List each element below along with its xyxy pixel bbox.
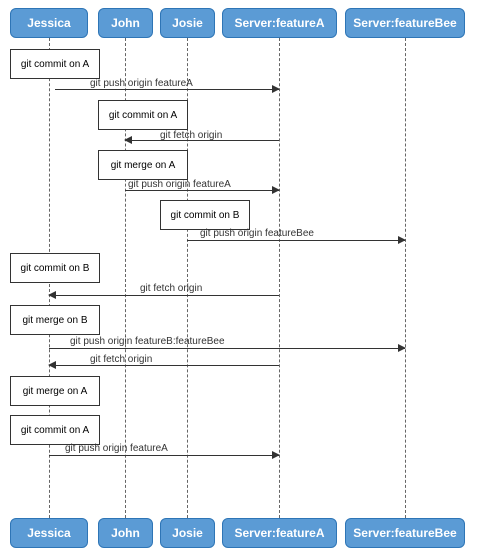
label-push-3: git push origin featureBee <box>200 228 314 239</box>
msg-box-5: git merge on A <box>98 150 188 180</box>
participant-jessica-bottom: Jessica <box>10 518 88 548</box>
arrow-push-4 <box>49 348 405 349</box>
sequence-diagram: Jessica John Josie Server:featureA Serve… <box>0 0 500 556</box>
participant-john-bottom: John <box>98 518 153 548</box>
arrow-push-1 <box>55 89 279 90</box>
label-fetch-1: git fetch origin <box>160 130 222 141</box>
participant-jessica-top: Jessica <box>10 8 88 38</box>
label-push-2: git push origin featureA <box>128 179 231 190</box>
msg-box-11: git merge on B <box>10 305 100 335</box>
msg-box-15: git commit on A <box>10 415 100 445</box>
arrow-fetch-2 <box>49 295 279 296</box>
participant-servera-top: Server:featureA <box>222 8 337 38</box>
arrow-fetch-3 <box>49 365 279 366</box>
participant-servera-bottom: Server:featureA <box>222 518 337 548</box>
label-push-4: git push origin featureB:featureBee <box>70 336 225 347</box>
participant-josie-bottom: Josie <box>160 518 215 548</box>
msg-box-14: git merge on A <box>10 376 100 406</box>
lifeline-serverbee <box>405 38 406 518</box>
label-push-1: git push origin featureA <box>90 78 193 89</box>
arrow-push-2 <box>125 190 279 191</box>
lifeline-servera <box>279 38 280 518</box>
arrow-push-5 <box>49 455 279 456</box>
label-fetch-3: git fetch origin <box>90 354 152 365</box>
arrow-push-3 <box>187 240 405 241</box>
participant-serverbee-bottom: Server:featureBee <box>345 518 465 548</box>
participant-serverbee-top: Server:featureBee <box>345 8 465 38</box>
label-fetch-2: git fetch origin <box>140 283 202 294</box>
participant-john-top: John <box>98 8 153 38</box>
msg-box-3: git commit on A <box>98 100 188 130</box>
label-push-5: git push origin featureA <box>65 443 168 454</box>
msg-box-9: git commit on B <box>10 253 100 283</box>
msg-box-7: git commit on B <box>160 200 250 230</box>
participant-josie-top: Josie <box>160 8 215 38</box>
msg-box-1: git commit on A <box>10 49 100 79</box>
